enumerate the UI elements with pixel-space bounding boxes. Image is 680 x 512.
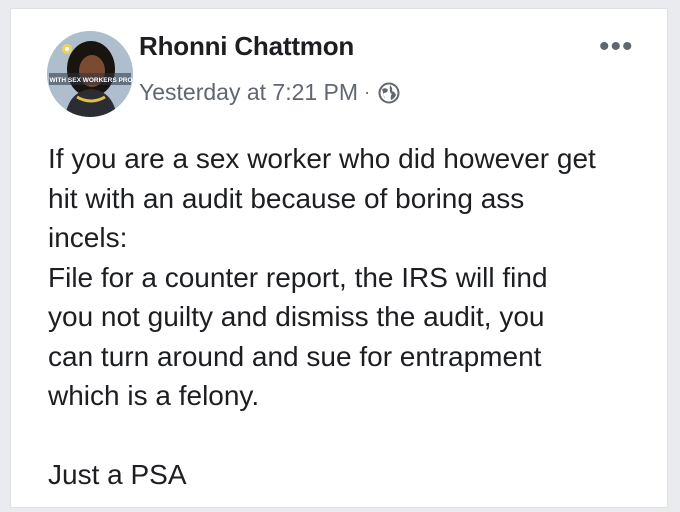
post-card: STAND WITH SEX WORKERS PROPERTY Rhonni C… [10, 8, 668, 508]
meta-separator: · [364, 82, 371, 102]
post-closing-line: Just a PSA [48, 459, 187, 490]
post-body-line: If you are a sex worker who did however … [48, 143, 596, 174]
post-body: If you are a sex worker who did however … [48, 139, 652, 495]
avatar-image: STAND WITH SEX WORKERS PROPERTY [47, 31, 133, 117]
post-meta: Yesterday at 7:21 PM · [139, 79, 400, 106]
globe-icon[interactable] [378, 82, 400, 104]
post-timestamp[interactable]: Yesterday at 7:21 PM [139, 79, 358, 106]
author-name[interactable]: Rhonni Chattmon [139, 31, 354, 62]
post-body-line: incels: [48, 222, 128, 253]
post-body-line: can turn around and sue for entrapment [48, 340, 542, 372]
post-body-line: you not guilty and dismiss the audit, yo… [48, 301, 545, 332]
post-body-line: File for a counter report, the IRS will … [48, 261, 548, 293]
svg-text:STAND WITH SEX WORKERS PROPERT: STAND WITH SEX WORKERS PROPERTY [47, 77, 133, 84]
more-options-icon[interactable]: ••• [599, 32, 634, 62]
avatar[interactable]: STAND WITH SEX WORKERS PROPERTY [47, 31, 133, 117]
post-body-line: hit with an audit because of boring ass [48, 182, 525, 214]
post-body-line: which is a felony. [48, 380, 260, 411]
